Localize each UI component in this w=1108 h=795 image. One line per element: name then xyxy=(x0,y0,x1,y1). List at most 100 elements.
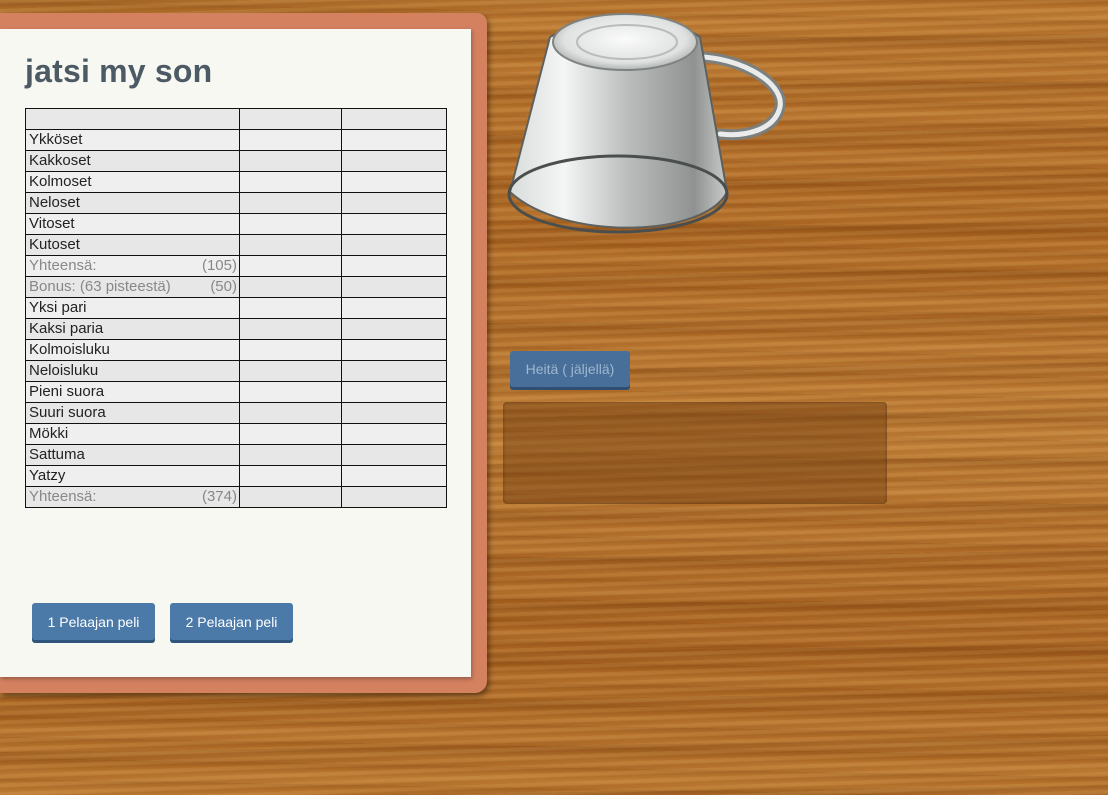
category-label-wrap: Kutoset xyxy=(29,235,239,255)
table-row: Kaksi paria xyxy=(25,318,447,340)
player-1-score-cell[interactable] xyxy=(239,276,342,298)
player-2-score-cell[interactable] xyxy=(341,444,447,466)
player-2-score-cell[interactable] xyxy=(341,360,447,382)
category-cell: Kutoset xyxy=(25,234,240,256)
category-label-wrap: Bonus: (63 pisteestä) (50) xyxy=(29,277,239,297)
category-label-wrap: Ykköset xyxy=(29,130,239,150)
header-cell-player-1 xyxy=(239,108,342,130)
player-1-score-cell[interactable] xyxy=(239,297,342,319)
roll-dice-button[interactable]: Heitä ( jäljellä) xyxy=(510,351,630,387)
category-label-wrap: Yhteensä: (105) xyxy=(29,256,239,276)
table-row: Vitoset xyxy=(25,213,447,235)
table-row: Yhteensä: (374) xyxy=(25,486,447,508)
table-header-row xyxy=(25,108,447,130)
player-2-score-cell[interactable] xyxy=(341,255,447,277)
player-2-score-cell[interactable] xyxy=(341,318,447,340)
player-2-score-cell[interactable] xyxy=(341,213,447,235)
two-player-game-button[interactable]: 2 Pelaajan peli xyxy=(170,603,293,640)
category-label: Yhteensä: xyxy=(29,488,97,505)
player-1-score-cell[interactable] xyxy=(239,486,342,508)
category-cell: Yksi pari xyxy=(25,297,240,319)
category-cell: Neloset xyxy=(25,192,240,214)
player-1-score-cell[interactable] xyxy=(239,150,342,172)
player-1-score-cell[interactable] xyxy=(239,129,342,151)
category-label-wrap: Kakkoset xyxy=(29,151,239,171)
player-2-score-cell[interactable] xyxy=(341,129,447,151)
score-table: Ykköset Kakkoset Kolmoset Neloset Vitoset Kut… xyxy=(25,108,447,508)
table-row: Ykköset xyxy=(25,129,447,151)
category-label: Kakkoset xyxy=(29,152,91,169)
player-2-score-cell[interactable] xyxy=(341,423,447,445)
player-2-score-cell[interactable] xyxy=(341,381,447,403)
player-1-score-cell[interactable] xyxy=(239,402,342,424)
table-row: Neloset xyxy=(25,192,447,214)
category-cell: Yhteensä: (105) xyxy=(25,255,240,277)
player-1-score-cell[interactable] xyxy=(239,213,342,235)
category-label-wrap: Pieni suora xyxy=(29,382,239,402)
player-2-score-cell[interactable] xyxy=(341,171,447,193)
player-2-score-cell[interactable] xyxy=(341,402,447,424)
player-2-score-cell[interactable] xyxy=(341,465,447,487)
category-label: Neloset xyxy=(29,194,80,211)
one-player-game-button[interactable]: 1 Pelaajan peli xyxy=(32,603,155,640)
category-cell: Ykköset xyxy=(25,129,240,151)
category-label-wrap: Sattuma xyxy=(29,445,239,465)
player-2-score-cell[interactable] xyxy=(341,297,447,319)
category-cell: Kolmoset xyxy=(25,171,240,193)
player-2-score-cell[interactable] xyxy=(341,339,447,361)
category-label: Yatzy xyxy=(29,467,66,484)
table-row: Kolmoisluku xyxy=(25,339,447,361)
table-row: Kakkoset xyxy=(25,150,447,172)
player-1-score-cell[interactable] xyxy=(239,339,342,361)
player-2-score-cell[interactable] xyxy=(341,150,447,172)
cup-icon[interactable] xyxy=(505,12,785,237)
player-1-score-cell[interactable] xyxy=(239,444,342,466)
category-cell: Mökki xyxy=(25,423,240,445)
table-row: Suuri suora xyxy=(25,402,447,424)
category-label: Kolmoisluku xyxy=(29,341,110,358)
category-label: Bonus: (63 pisteestä) xyxy=(29,278,171,295)
player-1-score-cell[interactable] xyxy=(239,381,342,403)
player-1-score-cell[interactable] xyxy=(239,360,342,382)
category-cell: Suuri suora xyxy=(25,402,240,424)
category-label: Yksi pari xyxy=(29,299,87,316)
header-cell-player-2 xyxy=(341,108,447,130)
category-cell: Yatzy xyxy=(25,465,240,487)
table-row: Kolmoset xyxy=(25,171,447,193)
player-1-score-cell[interactable] xyxy=(239,234,342,256)
player-2-score-cell[interactable] xyxy=(341,192,447,214)
category-max-hint: (105) xyxy=(201,257,237,274)
player-2-score-cell[interactable] xyxy=(341,234,447,256)
category-label-wrap: Kolmoset xyxy=(29,172,239,192)
category-label-wrap: Vitoset xyxy=(29,214,239,234)
table-row: Yhteensä: (105) xyxy=(25,255,447,277)
category-label-wrap: Neloisluku xyxy=(29,361,239,381)
table-row: Mökki xyxy=(25,423,447,445)
table-row: Neloisluku xyxy=(25,360,447,382)
category-cell: Neloisluku xyxy=(25,360,240,382)
player-1-score-cell[interactable] xyxy=(239,465,342,487)
player-1-score-cell[interactable] xyxy=(239,255,342,277)
category-cell: Kaksi paria xyxy=(25,318,240,340)
category-cell: Pieni suora xyxy=(25,381,240,403)
player-1-score-cell[interactable] xyxy=(239,423,342,445)
table-row: Pieni suora xyxy=(25,381,447,403)
player-1-score-cell[interactable] xyxy=(239,192,342,214)
category-label-wrap: Mökki xyxy=(29,424,239,444)
category-label: Sattuma xyxy=(29,446,85,463)
category-max-hint: (50) xyxy=(210,278,237,295)
player-1-score-cell[interactable] xyxy=(239,318,342,340)
player-1-score-cell[interactable] xyxy=(239,171,342,193)
player-2-score-cell[interactable] xyxy=(341,276,447,298)
category-cell: Yhteensä: (374) xyxy=(25,486,240,508)
category-cell: Sattuma xyxy=(25,444,240,466)
category-cell: Kolmoisluku xyxy=(25,339,240,361)
table-row: Kutoset xyxy=(25,234,447,256)
player-2-score-cell[interactable] xyxy=(341,486,447,508)
category-label: Kolmoset xyxy=(29,173,92,190)
table-row: Yksi pari xyxy=(25,297,447,319)
category-label-wrap: Yksi pari xyxy=(29,298,239,318)
category-label-wrap: Yatzy xyxy=(29,466,239,486)
category-label: Ykköset xyxy=(29,131,83,148)
category-label: Vitoset xyxy=(29,215,75,232)
